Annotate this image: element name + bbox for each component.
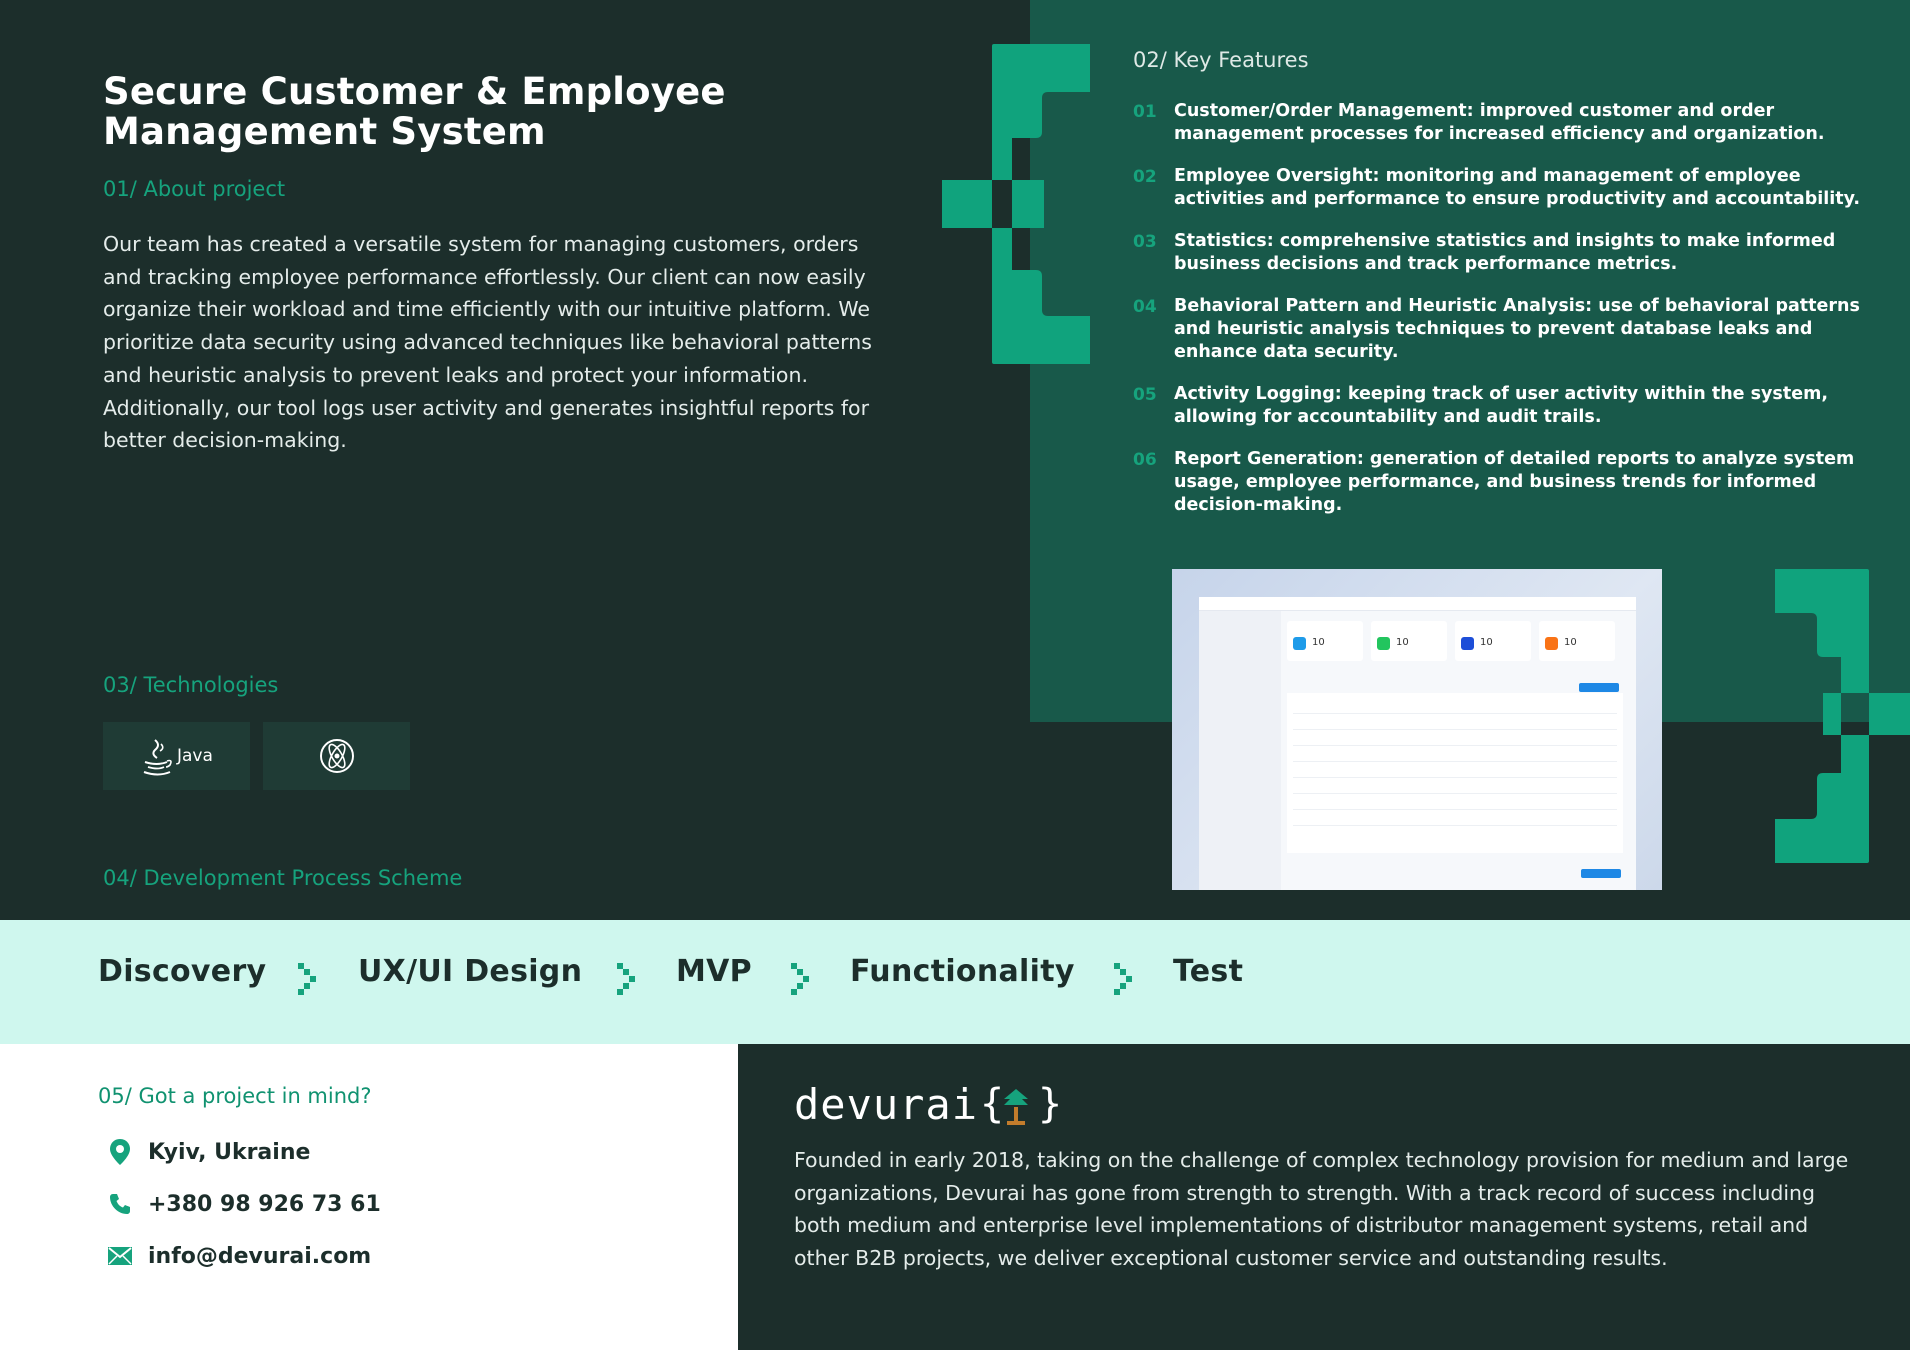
feature-item: 01 Customer/Order Management: improved c… [1133,100,1883,146]
table-row [1293,761,1617,762]
contact-email[interactable]: info@devurai.com [106,1242,371,1270]
table-row [1293,729,1617,730]
feature-item: 03 Statistics: comprehensive statistics … [1133,230,1883,276]
page-title: Secure Customer & Employee Management Sy… [103,70,726,153]
location-pin-icon [106,1138,134,1166]
process-bar: Discovery UX/UI Design MVP Functionality… [0,920,1910,1044]
svg-text:}: } [1038,1083,1062,1127]
java-label: Java [177,746,213,766]
stat-card-icon [1293,637,1306,650]
company-description: Founded in early 2018, taking on the cha… [794,1148,1849,1271]
add-client-button [1579,683,1619,692]
stat-card-icon [1377,637,1390,650]
table-row [1293,713,1617,714]
devurai-logo: devurai { } [794,1080,1070,1129]
phone-icon [106,1190,134,1218]
stat-card-value: 10 [1396,637,1409,648]
feature-number: 01 [1133,102,1157,122]
process-step: UX/UI Design [358,954,583,989]
stat-card: 10 [1371,621,1447,661]
stat-card: 10 [1455,621,1531,661]
table-row [1293,745,1617,746]
chevron-right-icon [1114,963,1132,995]
table-row [1293,777,1617,778]
feature-text: Activity Logging: keeping track of user … [1174,384,1828,427]
feature-text: Customer/Order Management: improved cust… [1174,101,1825,144]
stat-card: 10 [1287,621,1363,661]
feature-number: 02 [1133,167,1157,187]
phone-text[interactable]: +380 98 926 73 61 [148,1192,381,1217]
right-bracket-graphic [1775,569,1910,863]
contact-label: 05/ Got a project in mind? [98,1084,372,1108]
about-label: 01/ About project [103,177,286,201]
feature-number: 06 [1133,450,1157,470]
feature-item: 06 Report Generation: generation of deta… [1133,448,1883,517]
features-label: 02/ Key Features [1133,48,1309,72]
java-icon [143,739,172,776]
email-text[interactable]: info@devurai.com [148,1244,371,1269]
add-task-button [1581,869,1621,878]
table-row [1293,793,1617,794]
stat-card-value: 10 [1564,637,1577,648]
process-label: 04/ Development Process Scheme [103,866,463,890]
contact-panel: 05/ Got a project in mind? Kyiv, Ukraine… [0,1044,738,1350]
mail-icon [106,1242,134,1270]
feature-item: 02 Employee Oversight: monitoring and ma… [1133,165,1883,211]
feature-number: 04 [1133,297,1157,317]
dashboard-sidebar [1199,597,1281,890]
table-row [1293,809,1617,810]
stat-card-value: 10 [1480,637,1493,648]
stat-card-icon [1545,637,1558,650]
stat-card-icon [1461,637,1474,650]
chevron-right-icon [617,963,635,995]
feature-text: Report Generation: generation of detaile… [1174,449,1855,515]
feature-text: Statistics: comprehensive statistics and… [1174,231,1836,274]
feature-text: Behavioral Pattern and Heuristic Analysi… [1174,296,1860,362]
logo-text: devurai [794,1080,979,1129]
chevron-right-icon [298,963,316,995]
about-text: Our team has created a versatile system … [103,232,872,453]
dashboard-mock: 10 10 10 10 [1199,597,1636,890]
process-step: Test [1173,954,1244,989]
svg-text:{: { [980,1083,1004,1127]
chevron-right-icon [791,963,809,995]
technologies-label: 03/ Technologies [103,673,279,697]
process-step: Functionality [850,954,1075,989]
tech-java: Java [103,722,250,790]
dashboard-topbar [1199,597,1636,611]
process-step: Discovery [98,954,267,989]
feature-number: 05 [1133,385,1157,405]
features-list: 01 Customer/Order Management: improved c… [1133,100,1883,536]
stat-card-value: 10 [1312,637,1325,648]
left-bracket-graphic [942,44,1090,364]
location-text: Kyiv, Ukraine [148,1139,311,1165]
process-step: MVP [676,954,752,989]
contact-location: Kyiv, Ukraine [106,1138,310,1166]
table-row [1293,825,1617,826]
feature-number: 03 [1133,232,1157,252]
stat-card: 10 [1539,621,1615,661]
tech-electron [263,722,410,790]
electron-icon [320,739,354,773]
company-panel: devurai { } Founded in early 2018, takin… [738,1044,1910,1350]
feature-item: 04 Behavioral Pattern and Heuristic Anal… [1133,295,1883,364]
product-screenshot: 10 10 10 10 [1172,569,1662,890]
logo-tree-icon: { } [980,1083,1062,1127]
clients-table [1287,693,1623,853]
feature-item: 05 Activity Logging: keeping track of us… [1133,383,1883,429]
contact-phone[interactable]: +380 98 926 73 61 [106,1190,381,1218]
feature-text: Employee Oversight: monitoring and manag… [1174,166,1861,209]
